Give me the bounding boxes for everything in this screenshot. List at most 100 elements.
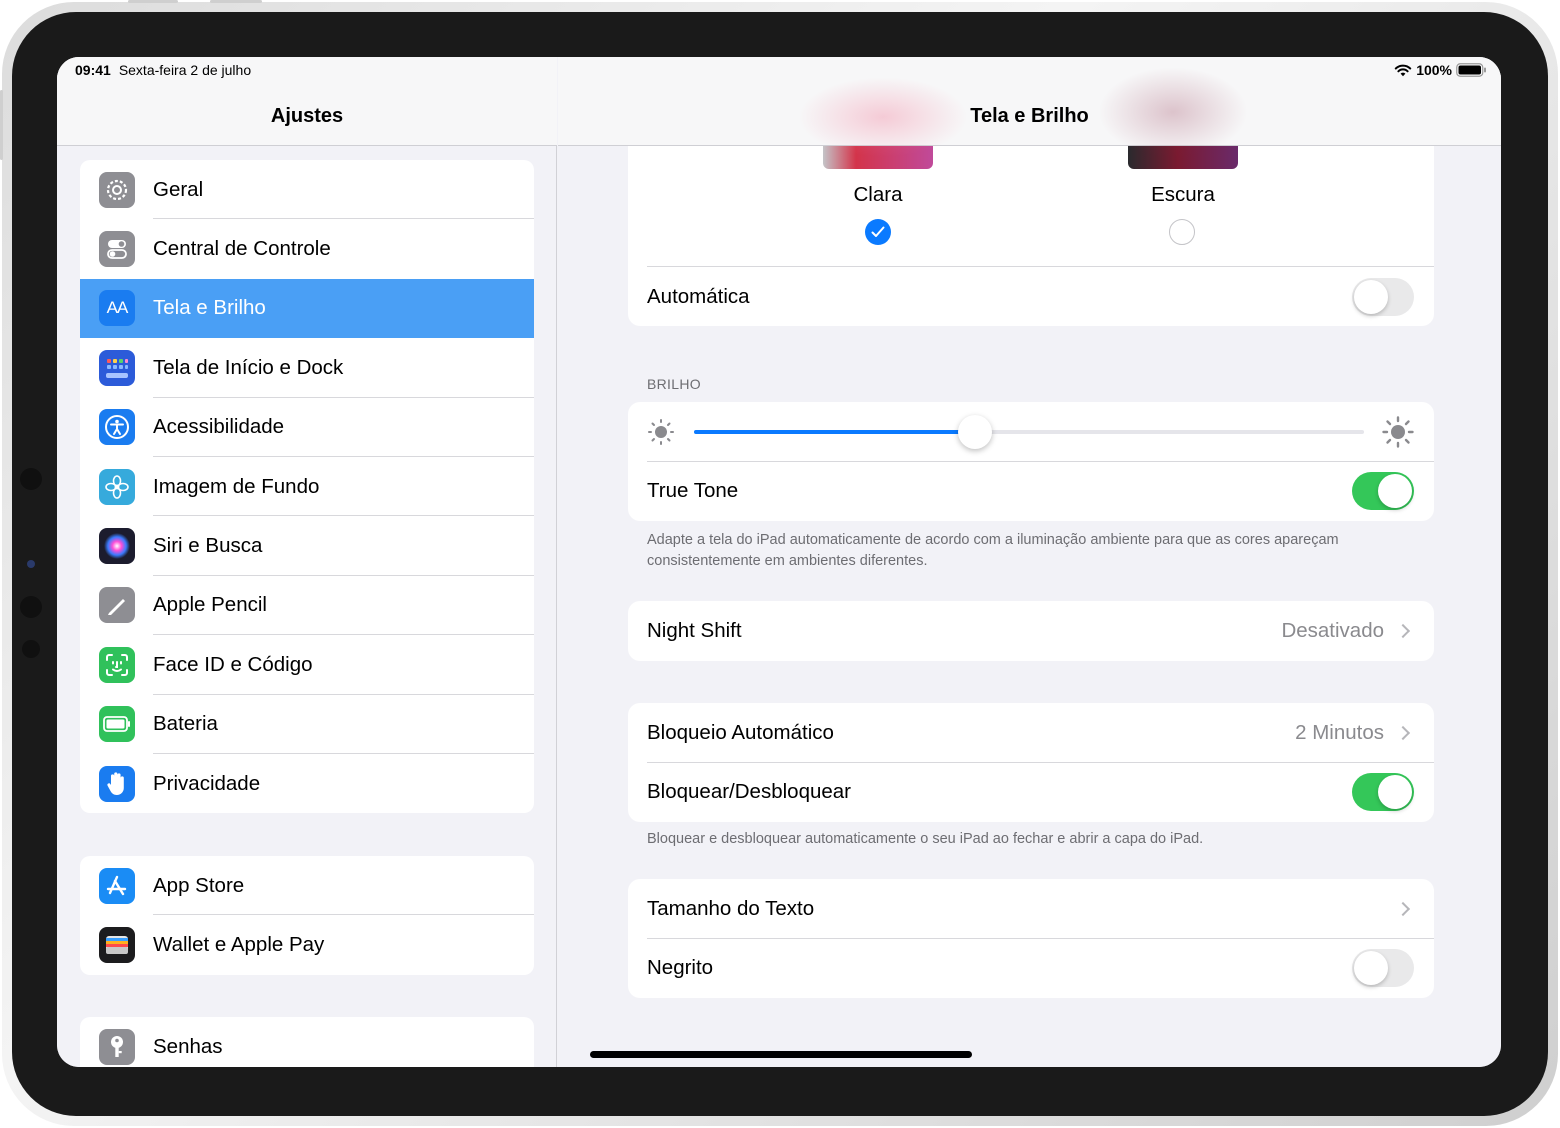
toggle-knob — [1378, 775, 1412, 810]
sidebar-item-privacidade[interactable]: Privacidade — [80, 754, 534, 813]
sidebar-item-face-id-e-codigo[interactable]: Face ID e Código — [80, 635, 534, 695]
text-card: Tamanho do Texto Negrito — [628, 879, 1434, 998]
true-tone-footnote: Adapte a tela do iPad automaticamente de… — [647, 532, 1339, 569]
chevron-right-icon — [1395, 725, 1411, 740]
hand-icon — [99, 765, 135, 802]
auto-lock-row[interactable]: Bloqueio Automático 2 Minutos — [628, 703, 1434, 763]
sidebar-item-wallet-e-apple-pay[interactable]: Wallet e Apple Pay — [80, 915, 534, 974]
automatic-toggle[interactable] — [1352, 277, 1414, 316]
key-icon — [99, 1028, 135, 1065]
status-bar-right: 100% — [1394, 62, 1487, 78]
accessibility-icon — [99, 409, 135, 446]
sidebar-item-label: Senhas — [153, 1034, 223, 1058]
auto-lock-value: 2 Minutos — [1295, 720, 1384, 744]
automatic-row: Automática — [628, 267, 1434, 326]
sidebar-item-app-store[interactable]: App Store — [80, 856, 534, 916]
sidebar-item-label: Siri e Busca — [153, 534, 263, 558]
siri-icon — [99, 528, 135, 565]
lock-unlock-toggle[interactable] — [1352, 773, 1414, 812]
brightness-low-icon — [648, 419, 674, 445]
sidebar-item-label: Imagem de Fundo — [153, 474, 320, 498]
sidebar-group-store: App Store Wallet e Apple Pay — [80, 856, 534, 975]
sidebar-item-label: Wallet e Apple Pay — [153, 933, 325, 957]
sensor-dot — [20, 596, 42, 618]
night-shift-label: Night Shift — [647, 618, 742, 642]
status-date: Sexta-feira 2 de julho — [118, 62, 252, 78]
true-tone-label: True Tone — [647, 479, 739, 503]
battery-icon — [1456, 63, 1486, 77]
detail-title: Tela e Brilho — [970, 105, 1089, 127]
settings-sidebar: Ajustes Geral Central de Controle AA Tela e… — [57, 57, 557, 1067]
brightness-card: True Tone — [628, 402, 1434, 521]
sidebar-item-label: App Store — [153, 873, 245, 897]
sidebar-item-tela-e-brilho[interactable]: AA Tela e Brilho — [80, 278, 534, 339]
sidebar-item-geral[interactable]: Geral — [80, 160, 534, 220]
status-time: 09:41 — [75, 62, 111, 78]
sidebar-item-label: Bateria — [153, 712, 218, 736]
sidebar-group-passwords: Senhas — [80, 1017, 534, 1067]
pencil-icon — [99, 587, 135, 624]
battery-percent: 100% — [1416, 62, 1452, 78]
sidebar-item-label: Tela de Início e Dock — [153, 355, 344, 379]
brightness-section-label: BRILHO — [647, 376, 701, 392]
battery-icon — [99, 706, 135, 743]
screen: Ajustes Geral Central de Controle AA Tela e… — [57, 57, 1501, 1067]
top-button-2 — [210, 0, 262, 3]
text-size-label: Tamanho do Texto — [647, 896, 815, 920]
sensor-dot — [22, 640, 40, 658]
sidebar-group-main: Geral Central de Controle AA Tela e Brilho T… — [80, 160, 534, 814]
dark-appearance-radio[interactable] — [1169, 219, 1195, 245]
night-shift-value: Desativado — [1281, 618, 1384, 642]
wallet-icon — [99, 927, 135, 964]
side-button — [0, 90, 3, 160]
brightness-slider-row — [628, 402, 1434, 462]
switches-icon — [99, 231, 135, 268]
chevron-right-icon — [1395, 623, 1411, 638]
sensor-dot — [20, 468, 42, 490]
brightness-slider-track[interactable] — [694, 415, 1364, 449]
toggle-knob — [1378, 474, 1412, 509]
top-button — [128, 0, 178, 3]
light-appearance-radio[interactable] — [865, 219, 891, 245]
brightness-slider-knob[interactable] — [958, 415, 993, 449]
checkmark-icon — [871, 226, 885, 237]
sidebar-item-senhas[interactable]: Senhas — [80, 1017, 534, 1067]
bold-row: Negrito — [628, 939, 1434, 999]
appearance-card: Clara Escura Automática — [628, 127, 1434, 326]
text-size-row[interactable]: Tamanho do Texto — [628, 879, 1434, 939]
toggle-knob — [1354, 951, 1388, 986]
true-tone-row: True Tone — [628, 462, 1434, 522]
sidebar-item-label: Acessibilidade — [153, 415, 285, 439]
brightness-slider-fill — [694, 430, 976, 434]
sidebar-item-imagem-de-fundo[interactable]: Imagem de Fundo — [80, 457, 534, 517]
home-grid-icon — [99, 349, 135, 386]
sidebar-item-central-de-controle[interactable]: Central de Controle — [80, 219, 534, 278]
sidebar-item-label: Privacidade — [153, 771, 261, 795]
lock-unlock-label: Bloquear/Desbloquear — [647, 780, 851, 804]
flower-icon — [99, 468, 135, 505]
automatic-label: Automática — [647, 284, 750, 308]
sidebar-item-acessibilidade[interactable]: Acessibilidade — [80, 398, 534, 457]
gear-icon — [99, 171, 135, 208]
sidebar-item-tela-de-inicio-e-dock[interactable]: Tela de Início e Dock — [80, 338, 534, 398]
app-store-icon — [99, 867, 135, 904]
sidebar-title: Ajustes — [270, 105, 344, 127]
home-indicator[interactable] — [590, 1051, 972, 1058]
bold-toggle[interactable] — [1352, 949, 1414, 988]
lock-unlock-row: Bloquear/Desbloquear — [628, 763, 1434, 823]
toggle-knob — [1354, 279, 1388, 314]
sidebar-item-label: Apple Pencil — [153, 593, 267, 617]
sidebar-item-siri-e-busca[interactable]: Siri e Busca — [80, 516, 534, 576]
sidebar-item-apple-pencil[interactable]: Apple Pencil — [80, 576, 534, 636]
night-shift-card: Night Shift Desativado — [628, 601, 1434, 661]
true-tone-toggle[interactable] — [1352, 472, 1414, 511]
dark-appearance-label: Escura — [1151, 183, 1215, 206]
sidebar-item-label: Face ID e Código — [153, 652, 313, 676]
status-bar-left: 09:41 Sexta-feira 2 de julho — [75, 62, 251, 78]
sidebar-item-bateria[interactable]: Bateria — [80, 695, 534, 754]
bold-label: Negrito — [647, 956, 714, 980]
light-appearance-label: Clara — [853, 183, 903, 206]
night-shift-row[interactable]: Night Shift Desativado — [628, 601, 1434, 661]
camera-icon — [27, 560, 35, 568]
detail-header: Tela e Brilho — [558, 57, 1501, 157]
